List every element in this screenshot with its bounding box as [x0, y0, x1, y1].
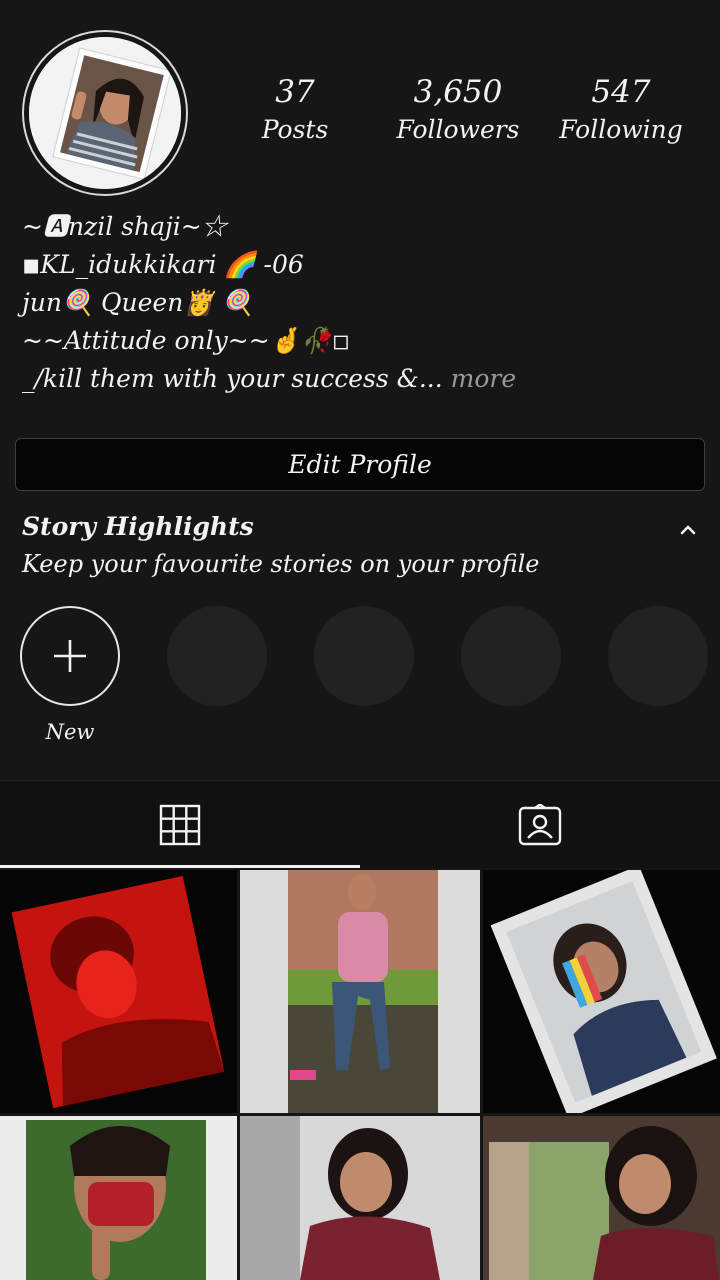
bio-line-last: _/kill them with your success &... more [22, 360, 702, 398]
bio-line: jun🍭 Queen👸 🍭 [22, 288, 254, 317]
bio-line: ◾KL_idukkikari 🌈 -06 [22, 250, 304, 279]
post-thumbnail[interactable] [240, 1116, 480, 1280]
highlight-placeholder [461, 606, 561, 706]
new-highlight-button[interactable] [20, 606, 120, 706]
post-thumbnail[interactable] [483, 1116, 720, 1280]
bio-line: ~🅰nzil shaji~☆ [22, 212, 227, 241]
bio-line: ~~Attitude only~~🤞🥀◽ [22, 326, 351, 355]
story-highlights-subtitle: Keep your favourite stories on your prof… [22, 550, 540, 578]
followers-count: 3,650 [413, 74, 503, 110]
bio-more-link[interactable]: more [443, 364, 517, 393]
tab-tagged[interactable] [360, 781, 720, 869]
highlight-placeholder [314, 606, 414, 706]
following-label: Following [559, 115, 683, 144]
chevron-up-icon[interactable] [676, 518, 700, 542]
profile-bio: ~🅰nzil shaji~☆ ◾KL_idukkikari 🌈 -06 jun🍭… [22, 208, 702, 398]
following-count: 547 [591, 74, 651, 110]
followers-label: Followers [396, 115, 520, 144]
profile-tab-bar [0, 780, 720, 868]
tab-posts-grid[interactable] [0, 781, 360, 869]
grid-icon [159, 804, 201, 846]
bio-text: _/kill them with your success &... [22, 364, 443, 393]
posts-label: Posts [261, 115, 329, 144]
post-thumbnail[interactable] [240, 870, 480, 1113]
edit-profile-button[interactable]: Edit Profile [15, 438, 705, 491]
posts-grid [0, 870, 720, 1280]
post-thumbnail[interactable] [0, 1116, 237, 1280]
active-tab-indicator [0, 865, 360, 868]
plus-icon [54, 640, 86, 672]
followers-stat[interactable]: 3,650 Followers [383, 72, 533, 148]
following-stat[interactable]: 547 Following [546, 72, 696, 148]
profile-avatar[interactable] [22, 30, 188, 196]
highlight-placeholder [608, 606, 708, 706]
posts-stat[interactable]: 37 Posts [220, 72, 370, 148]
new-highlight-label: New [45, 720, 95, 744]
tagged-icon [518, 804, 562, 846]
story-highlights-title[interactable]: Story Highlights [22, 512, 254, 541]
post-thumbnail[interactable] [483, 870, 720, 1113]
highlight-placeholder [167, 606, 267, 706]
profile-screen: 37 Posts 3,650 Followers 547 Following ~… [0, 0, 720, 1280]
post-thumbnail[interactable] [0, 870, 237, 1113]
avatar-photo [29, 37, 181, 189]
posts-count: 37 [275, 74, 315, 110]
